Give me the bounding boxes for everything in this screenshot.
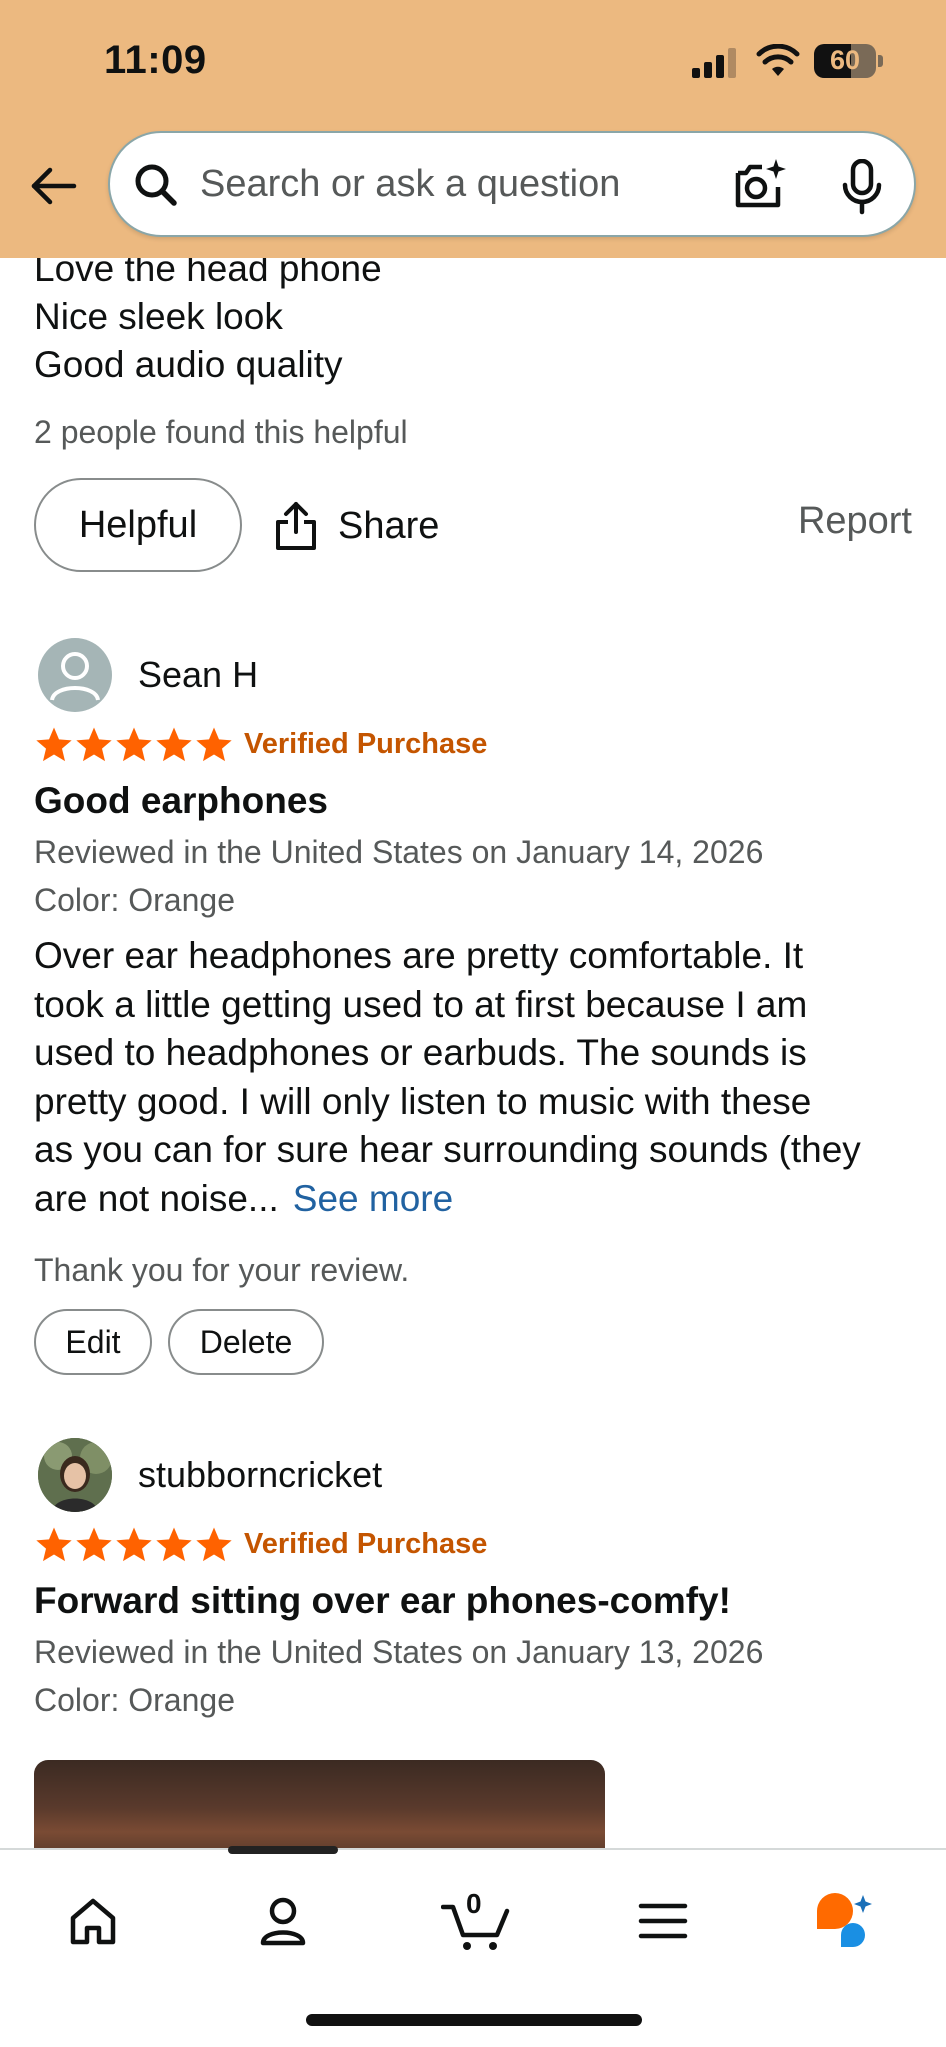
- menu-icon: [638, 1903, 688, 1939]
- back-button[interactable]: [24, 160, 84, 212]
- review-color: Color: Orange: [34, 1682, 235, 1718]
- share-label: Share: [338, 504, 440, 547]
- star-icon: [36, 1527, 72, 1562]
- reviewer-name[interactable]: stubborncricket: [138, 1454, 382, 1496]
- arrow-left-icon: [31, 167, 77, 205]
- review-text-line: Good audio quality: [34, 344, 343, 385]
- thank-you-note: Thank you for your review.: [34, 1252, 410, 1288]
- helpful-count: 2 people found this helpful: [34, 414, 408, 450]
- review-text-line: used to headphones or earbuds. The sound…: [34, 1032, 807, 1073]
- cellular-signal-icon: [692, 48, 736, 78]
- search-bar[interactable]: [108, 131, 916, 237]
- verified-purchase-badge: Verified Purchase: [244, 728, 488, 760]
- review-text-line: Over ear headphones are pretty comfortab…: [34, 935, 804, 976]
- star-icon: [116, 727, 152, 762]
- star-icon: [196, 1527, 232, 1562]
- star-icon: [36, 727, 72, 762]
- search-icon: [135, 164, 177, 206]
- microphone-icon[interactable]: [840, 159, 884, 215]
- app-header: 11:09 60: [0, 0, 946, 258]
- share-icon: [276, 502, 316, 550]
- review-meta: Reviewed in the United States on January…: [34, 1634, 764, 1670]
- nav-cart[interactable]: 0: [436, 1886, 516, 1956]
- nav-rufus[interactable]: [810, 1886, 880, 1956]
- nav-home[interactable]: [58, 1886, 128, 1956]
- review-text-line: as you can for sure hear surrounding sou…: [34, 1129, 861, 1170]
- review-list: Love the head phone Nice sleek look Good…: [0, 0, 946, 1850]
- helpful-button[interactable]: Helpful: [34, 478, 242, 572]
- report-link[interactable]: Report: [798, 500, 912, 543]
- star-icon: [196, 727, 232, 762]
- review-text-line: pretty good. I will only listen to music…: [34, 1081, 812, 1122]
- reviewer-name[interactable]: Sean H: [138, 654, 258, 696]
- delete-button[interactable]: Delete: [168, 1309, 324, 1375]
- home-indicator: [306, 2014, 642, 2026]
- bottom-navigation: 0: [0, 1846, 946, 2047]
- default-avatar-icon: [50, 652, 100, 701]
- review-text-line: Nice sleek look: [34, 296, 283, 337]
- share-button[interactable]: Share: [272, 494, 439, 558]
- star-icon: [116, 1527, 152, 1562]
- review-text-line: took a little getting used to at first b…: [34, 984, 808, 1025]
- review-meta: Reviewed in the United States on January…: [34, 834, 764, 870]
- edit-button[interactable]: Edit: [34, 1309, 152, 1375]
- active-tab-indicator: [228, 1846, 338, 1854]
- review-text-truncated: are not noise...: [34, 1178, 279, 1219]
- review-text-line: are not noise... See more: [34, 1175, 453, 1223]
- search-input[interactable]: [200, 155, 620, 213]
- verified-purchase-badge: Verified Purchase: [244, 1528, 488, 1560]
- review-title: Forward sitting over ear phones-comfy!: [34, 1580, 731, 1621]
- nav-menu[interactable]: [628, 1886, 698, 1956]
- star-icon: [156, 1527, 192, 1562]
- see-more-link[interactable]: See more: [293, 1178, 453, 1219]
- star-rating: [34, 1525, 234, 1565]
- star-icon: [156, 727, 192, 762]
- nav-account[interactable]: [248, 1886, 318, 1956]
- rufus-ai-icon: [817, 1893, 872, 1947]
- star-rating: [34, 725, 234, 765]
- review-title: Good earphones: [34, 780, 328, 821]
- battery-icon: 60: [814, 44, 884, 78]
- profile-photo: [38, 1438, 112, 1512]
- review-image[interactable]: [34, 1760, 605, 1850]
- review-color: Color: Orange: [34, 882, 235, 918]
- cart-count: 0: [466, 1888, 482, 1919]
- avatar[interactable]: [38, 638, 112, 712]
- camera-search-icon[interactable]: [732, 157, 788, 213]
- status-time: 11:09: [104, 38, 207, 82]
- wifi-icon: [756, 44, 800, 76]
- account-icon: [260, 1897, 306, 1946]
- star-icon: [76, 1527, 112, 1562]
- avatar[interactable]: [38, 1438, 112, 1512]
- star-icon: [76, 727, 112, 762]
- battery-percent: 60: [829, 45, 861, 75]
- home-icon: [70, 1898, 116, 1945]
